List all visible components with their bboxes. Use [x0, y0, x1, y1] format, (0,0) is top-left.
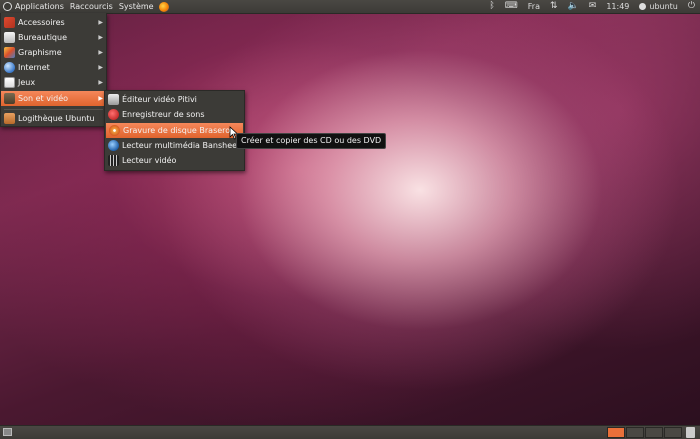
brasero-icon	[109, 125, 120, 136]
ubuntu-logo-icon	[3, 2, 12, 11]
menu-item-software-center[interactable]: Logithèque Ubuntu	[1, 111, 106, 126]
graphics-icon	[4, 47, 15, 58]
places-menu-label: Raccourcis	[69, 2, 113, 11]
applications-menu: Accessoires ▶ Bureautique ▶ Graphisme ▶ …	[0, 13, 107, 127]
user-name: ubuntu	[649, 2, 678, 11]
submenu-arrow-icon: ▶	[98, 64, 103, 71]
menu-item-accessories[interactable]: Accessoires ▶	[1, 15, 106, 30]
menu-item-label: Graphisme	[18, 48, 62, 57]
menu-item-label: Bureautique	[18, 33, 67, 42]
workspace-1[interactable]	[607, 427, 625, 438]
menu-item-label: Jeux	[18, 78, 36, 87]
submenu-item-label: Lecteur multimédia Banshee	[122, 141, 238, 150]
bluetooth-icon[interactable]: ᛒ	[484, 0, 499, 13]
workspace-4[interactable]	[664, 427, 682, 438]
system-menu-label: Système	[118, 2, 154, 11]
menu-item-internet[interactable]: Internet ▶	[1, 60, 106, 75]
menu-separator	[4, 109, 103, 110]
menu-item-label: Accessoires	[18, 18, 65, 27]
system-menu-button[interactable]: Système	[116, 0, 157, 13]
volume-icon[interactable]: 🔈	[563, 0, 584, 13]
workspace-3[interactable]	[645, 427, 663, 438]
menu-item-label: Internet	[18, 63, 50, 72]
submenu-arrow-icon: ▶	[98, 49, 103, 56]
system-tray: ᛒ ⌨ Fra ⇅ 🔈 ✉ 11:49 ubuntu ⏻	[484, 0, 700, 13]
games-icon	[4, 77, 15, 88]
menu-item-label: Logithèque Ubuntu	[18, 114, 95, 123]
sound-video-submenu: Éditeur vidéo Pitivi Enregistreur de son…	[104, 90, 245, 171]
submenu-item-sound-recorder[interactable]: Enregistreur de sons	[105, 107, 244, 122]
submenu-item-label: Lecteur vidéo	[122, 156, 177, 165]
applications-menu-button[interactable]: Applications	[0, 0, 67, 13]
applications-menu-label: Applications	[15, 2, 64, 11]
power-icon[interactable]: ⏻	[683, 0, 700, 13]
submenu-item-video-player[interactable]: Lecteur vidéo	[105, 153, 244, 168]
submenu-item-brasero[interactable]: Gravure de disque Brasero	[106, 123, 243, 138]
banshee-icon	[108, 140, 119, 151]
submenu-item-label: Gravure de disque Brasero	[123, 126, 231, 135]
submenu-item-pitivi[interactable]: Éditeur vidéo Pitivi	[105, 92, 244, 107]
menu-item-games[interactable]: Jeux ▶	[1, 75, 106, 90]
menu-item-office[interactable]: Bureautique ▶	[1, 30, 106, 45]
office-icon	[4, 32, 15, 43]
show-desktop-icon[interactable]	[3, 428, 12, 436]
submenu-item-banshee[interactable]: Lecteur multimédia Banshee	[105, 138, 244, 153]
keyboard-layout-indicator[interactable]: Fra	[523, 0, 545, 13]
submenu-arrow-icon: ▶	[98, 95, 103, 102]
clock[interactable]: 11:49	[601, 0, 634, 13]
workspace-2[interactable]	[626, 427, 644, 438]
internet-globe-icon	[4, 62, 15, 73]
menu-item-label: Son et vidéo	[18, 94, 69, 103]
accessories-icon	[4, 17, 15, 28]
network-icon[interactable]: ⇅	[545, 0, 563, 13]
submenu-arrow-icon: ▶	[98, 79, 103, 86]
submenu-arrow-icon: ▶	[98, 19, 103, 26]
menu-item-graphics[interactable]: Graphisme ▶	[1, 45, 106, 60]
top-panel: Applications Raccourcis Système ᛒ ⌨ Fra …	[0, 0, 700, 14]
pitivi-icon	[108, 94, 119, 105]
software-center-icon	[4, 113, 15, 124]
video-player-icon	[108, 155, 119, 166]
bottom-panel	[0, 425, 700, 439]
submenu-item-label: Enregistreur de sons	[122, 110, 205, 119]
keyboard-icon[interactable]: ⌨	[500, 0, 523, 13]
sound-video-icon	[4, 93, 15, 104]
user-menu[interactable]: ubuntu	[634, 0, 683, 13]
submenu-item-label: Éditeur vidéo Pitivi	[122, 95, 197, 104]
places-menu-button[interactable]: Raccourcis	[67, 0, 116, 13]
mail-icon[interactable]: ✉	[584, 0, 602, 13]
trash-icon[interactable]	[686, 427, 695, 438]
menu-item-sound-video[interactable]: Son et vidéo ▶	[1, 91, 106, 106]
user-status-icon	[639, 3, 647, 10]
tooltip: Créer et copier des CD ou des DVD	[236, 133, 387, 149]
firefox-launcher-icon[interactable]	[158, 1, 169, 12]
sound-recorder-icon	[108, 109, 119, 120]
submenu-arrow-icon: ▶	[98, 34, 103, 41]
